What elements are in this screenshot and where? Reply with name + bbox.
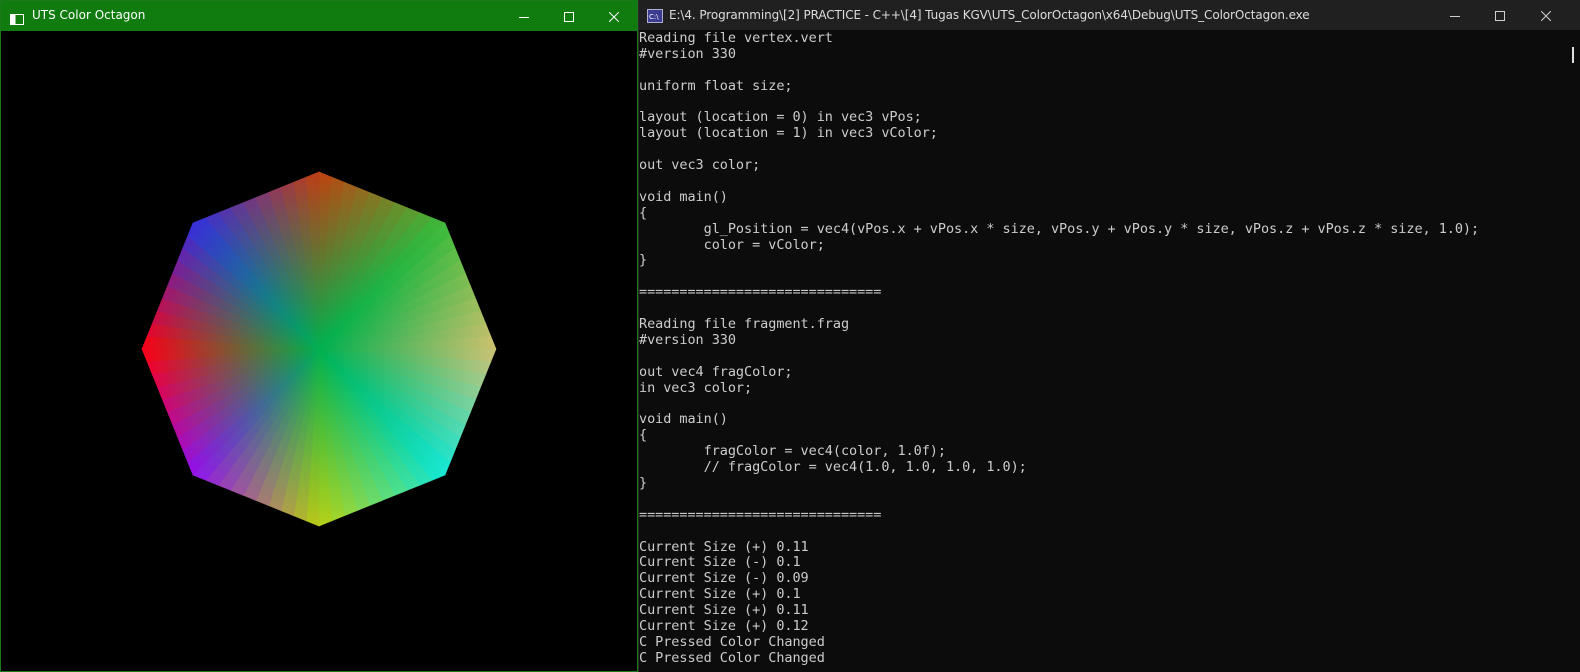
maximize-button[interactable] — [546, 1, 592, 31]
console-line: ============================== — [639, 284, 882, 301]
minimize-icon — [1450, 6, 1460, 25]
console-line: layout (location = 0) in vec3 vPos; — [639, 109, 922, 126]
console-line: ============================== — [639, 506, 882, 523]
gl-window-title: UTS Color Octagon — [32, 8, 146, 22]
window-app-icon — [10, 10, 24, 25]
console-line: { — [639, 204, 648, 221]
console-line: C Pressed Color Changed — [639, 649, 825, 666]
gl-window: UTS Color Octagon — [0, 0, 638, 672]
console-output[interactable]: Reading file vertex.vert #version 330 uni… — [639, 31, 1549, 672]
console-line: out vec3 color; — [639, 157, 761, 174]
console-scrollbar[interactable] — [1550, 31, 1580, 672]
console-line: void main() — [639, 188, 728, 205]
scrollbar-thumb[interactable] — [1572, 47, 1574, 63]
color-octagon — [141, 171, 497, 527]
console-line: Current Size (-) 0.09 — [639, 570, 809, 587]
console-line: gl_Position = vec4(vPos.x + vPos.x * siz… — [639, 220, 1480, 237]
minimize-icon — [519, 7, 529, 26]
console-line: Current Size (-) 0.1 — [639, 554, 801, 571]
console-line: Current Size (+) 0.11 — [639, 602, 809, 619]
console-maximize-button[interactable] — [1477, 0, 1523, 30]
console-line: void main() — [639, 411, 728, 428]
console-line: Reading file vertex.vert — [639, 31, 833, 46]
console-line: { — [639, 427, 648, 444]
console-line: Current Size (+) 0.12 — [639, 617, 809, 634]
console-window: C:\ E:\4. Programming\[2] PRACTICE - C++… — [638, 0, 1580, 672]
console-line: out vec4 fragColor; — [639, 363, 793, 380]
maximize-icon — [1495, 6, 1505, 25]
console-line: Current Size (+) 0.1 — [639, 586, 801, 603]
console-line: } — [639, 252, 648, 269]
console-minimize-button[interactable] — [1432, 0, 1478, 30]
maximize-icon — [564, 7, 574, 26]
console-line: Reading file fragment.frag — [639, 316, 850, 333]
console-line: // fragColor = vec4(1.0, 1.0, 1.0, 1.0); — [639, 459, 1027, 476]
console-line: #version 330 — [639, 45, 736, 62]
console-line: uniform float size; — [639, 77, 793, 94]
console-line: layout (location = 1) in vec3 vColor; — [639, 125, 938, 142]
console-app-icon: C:\ — [647, 8, 663, 23]
console-close-button[interactable] — [1523, 0, 1569, 30]
console-window-title: E:\4. Programming\[2] PRACTICE - C++\[4]… — [669, 8, 1310, 22]
console-line: C Pressed Color Changed — [639, 633, 825, 650]
minimize-button[interactable] — [501, 1, 547, 31]
console-line: in vec3 color; — [639, 379, 753, 396]
console-line: } — [639, 474, 648, 491]
close-icon — [1540, 6, 1552, 25]
gl-titlebar[interactable]: UTS Color Octagon — [1, 1, 637, 31]
console-line: #version 330 — [639, 331, 736, 348]
console-titlebar[interactable]: C:\ E:\4. Programming\[2] PRACTICE - C++… — [639, 0, 1580, 30]
console-line: fragColor = vec4(color, 1.0f); — [639, 443, 946, 460]
close-button[interactable] — [591, 1, 637, 31]
console-line: color = vColor; — [639, 236, 825, 253]
close-icon — [608, 7, 620, 26]
console-line: Current Size (+) 0.11 — [639, 538, 809, 555]
gl-render-canvas[interactable] — [1, 31, 637, 671]
svg-text:C:\: C:\ — [649, 13, 659, 21]
